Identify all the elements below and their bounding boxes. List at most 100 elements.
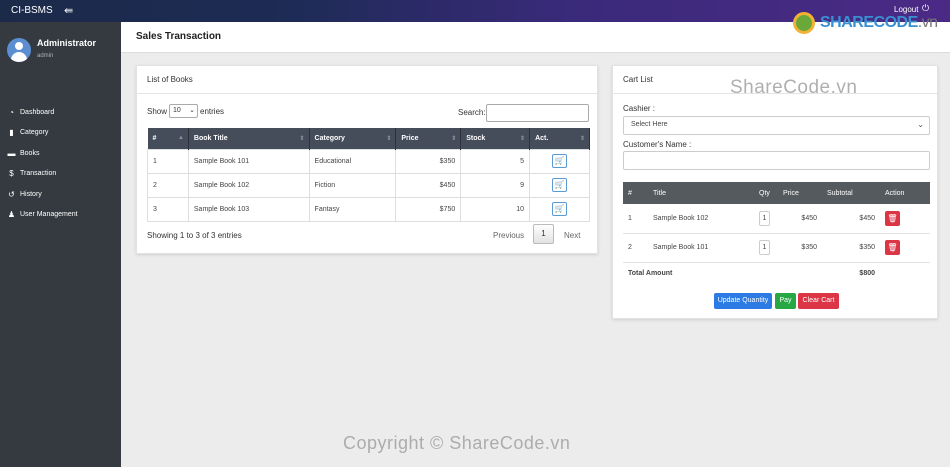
column-header[interactable]: Book Title ⇕ bbox=[188, 128, 310, 149]
add-to-cart-button[interactable]: 🛒 bbox=[552, 202, 568, 216]
chevron-down-icon: ⌄ bbox=[917, 120, 924, 129]
column-header: Subtotal bbox=[822, 182, 880, 204]
sidebar-item-label: History bbox=[20, 191, 42, 198]
table-row: 2 Sample Book 102 Fiction $450 9 🛒 bbox=[147, 172, 590, 198]
logout-link[interactable]: Logout bbox=[894, 5, 918, 14]
books-table: # ▲ Book Title ⇕ Category ⇕ Price ⇕ Stock ⇕ A… bbox=[147, 128, 590, 222]
sidebar-item-label: Category bbox=[20, 129, 49, 136]
cashier-select[interactable]: Select Here ⌄ bbox=[623, 116, 930, 135]
row-number: 3 bbox=[147, 196, 189, 222]
search-label: Search: bbox=[458, 108, 486, 117]
delete-item-button[interactable]: 🗑 bbox=[885, 240, 900, 255]
card-divider bbox=[137, 93, 597, 94]
pay-button[interactable]: Pay bbox=[775, 293, 796, 309]
book-category: Fiction bbox=[308, 172, 397, 198]
table-row: 1 Sample Book 101 Educational $350 5 🛒 bbox=[147, 148, 590, 174]
quantity-input[interactable]: 1 bbox=[759, 240, 770, 255]
sharecode-logo-icon bbox=[793, 12, 815, 34]
books-card: List of Books Show 10 ⌄ entries Search: #… bbox=[136, 65, 598, 254]
chevron-down-icon: ⌄ bbox=[189, 107, 195, 114]
cart-item-price: $350 bbox=[778, 233, 822, 263]
book-category: Fantasy bbox=[308, 196, 397, 222]
column-header[interactable]: Stock ⇕ bbox=[460, 128, 531, 149]
book-stock: 10 bbox=[460, 196, 531, 222]
column-header[interactable]: Price ⇕ bbox=[395, 128, 462, 149]
sort-icon: ⇕ bbox=[520, 136, 526, 142]
cart-card-title: Cart List bbox=[623, 75, 653, 84]
book-stock: 9 bbox=[460, 172, 531, 198]
pagination-next[interactable]: Next bbox=[564, 231, 580, 240]
sort-icon: ⇕ bbox=[451, 136, 457, 142]
table-row: 3 Sample Book 103 Fantasy $750 10 🛒 bbox=[147, 196, 590, 222]
table-row: 2 Sample Book 101 1 $350 $350 🗑 bbox=[623, 233, 930, 263]
page-title: Sales Transaction bbox=[136, 31, 222, 42]
sidebar-item-user-management[interactable]: ♟ User Management bbox=[0, 206, 121, 224]
column-header[interactable]: Act. ⇕ bbox=[529, 128, 590, 149]
delete-item-button[interactable]: 🗑 bbox=[885, 210, 900, 226]
sidebar-item-books[interactable]: ▬ Books bbox=[0, 145, 121, 163]
column-header: Action bbox=[880, 182, 930, 204]
copyright-watermark: Copyright © ShareCode.vn bbox=[343, 433, 571, 453]
update-quantity-button[interactable]: Update Quantity bbox=[714, 293, 772, 309]
cashier-label: Cashier : bbox=[623, 104, 656, 113]
cart-item-subtotal: $350 bbox=[822, 233, 880, 263]
sort-icon: ⇕ bbox=[579, 136, 585, 142]
cart-item-title: Sample Book 101 bbox=[648, 233, 754, 263]
cart-item-subtotal: $450 bbox=[822, 204, 880, 234]
show-label: Show bbox=[147, 107, 168, 116]
hamburger-icon[interactable]: ⇚ bbox=[64, 6, 73, 17]
customer-name-label: Customer's Name : bbox=[623, 140, 692, 149]
sidebar-item-category[interactable]: ▮ Category bbox=[0, 124, 121, 142]
history-icon: ↺ bbox=[8, 190, 15, 199]
row-number: 2 bbox=[147, 172, 189, 198]
book-price: $450 bbox=[395, 172, 462, 198]
book-title: Sample Book 102 bbox=[187, 172, 310, 198]
column-header[interactable]: # ▲ bbox=[147, 128, 189, 149]
user-role: admin bbox=[37, 53, 54, 59]
sidebar-item-transaction[interactable]: $ Transaction bbox=[0, 165, 121, 183]
sort-asc-icon: ▲ bbox=[177, 135, 184, 141]
book-price: $350 bbox=[395, 148, 462, 174]
book-category: Educational bbox=[308, 148, 397, 174]
sharecode-logo-text: SHARECODE.vn bbox=[820, 14, 938, 31]
column-header[interactable]: Category ⇕ bbox=[309, 128, 397, 149]
pagination-previous[interactable]: Previous bbox=[493, 231, 524, 240]
users-icon: ♟ bbox=[7, 210, 16, 219]
watermark-text: ShareCode.vn bbox=[730, 77, 858, 98]
sidebar-item-dashboard[interactable]: ◔ Dashboard bbox=[0, 104, 121, 122]
table-row: 1 Sample Book 102 1 $450 $450 🗑 bbox=[623, 204, 930, 234]
customer-name-input[interactable] bbox=[623, 151, 930, 170]
column-header: Price bbox=[778, 182, 822, 204]
sidebar-item-history[interactable]: ↺ History bbox=[0, 186, 121, 204]
cart-table: # Title Qty Price Subtotal Action 1 Samp… bbox=[623, 182, 930, 284]
cart-item-title: Sample Book 102 bbox=[648, 204, 754, 234]
book-price: $750 bbox=[395, 196, 462, 222]
sort-icon: ⇕ bbox=[299, 136, 305, 142]
page-length-select[interactable]: 10 ⌄ bbox=[169, 104, 198, 118]
power-icon[interactable]: ⏻ bbox=[922, 3, 929, 14]
book-stock: 5 bbox=[460, 148, 531, 174]
dashboard-icon: ◔ bbox=[9, 108, 14, 117]
sidebar-item-label: Dashboard bbox=[20, 109, 55, 116]
total-amount: $800 bbox=[859, 269, 875, 277]
quantity-input[interactable]: 1 bbox=[759, 210, 770, 226]
total-label: Total Amount bbox=[628, 269, 673, 277]
sidebar-item-label: Books bbox=[20, 150, 40, 157]
row-number: 1 bbox=[147, 148, 189, 174]
app-brand[interactable]: CI-BSMS bbox=[11, 5, 53, 16]
sidebar: Administrator admin ◔ Dashboard ▮ Catego… bbox=[0, 22, 121, 467]
search-input[interactable] bbox=[486, 104, 589, 122]
clear-cart-button[interactable]: Clear Cart bbox=[798, 293, 839, 309]
column-header: # bbox=[623, 182, 648, 204]
cart-item-price: $450 bbox=[778, 204, 822, 234]
pagination-page[interactable]: 1 bbox=[533, 224, 554, 244]
row-number: 1 bbox=[623, 204, 648, 234]
add-to-cart-button[interactable]: 🛒 bbox=[552, 154, 568, 168]
total-row: Total Amount $800 bbox=[623, 262, 930, 284]
sidebar-item-label: User Management bbox=[20, 211, 78, 218]
add-to-cart-button[interactable]: 🛒 bbox=[552, 178, 568, 192]
sort-icon: ⇕ bbox=[386, 136, 392, 142]
book-title: Sample Book 103 bbox=[187, 196, 310, 222]
entries-label: entries bbox=[200, 107, 225, 116]
books-card-title: List of Books bbox=[147, 75, 193, 84]
